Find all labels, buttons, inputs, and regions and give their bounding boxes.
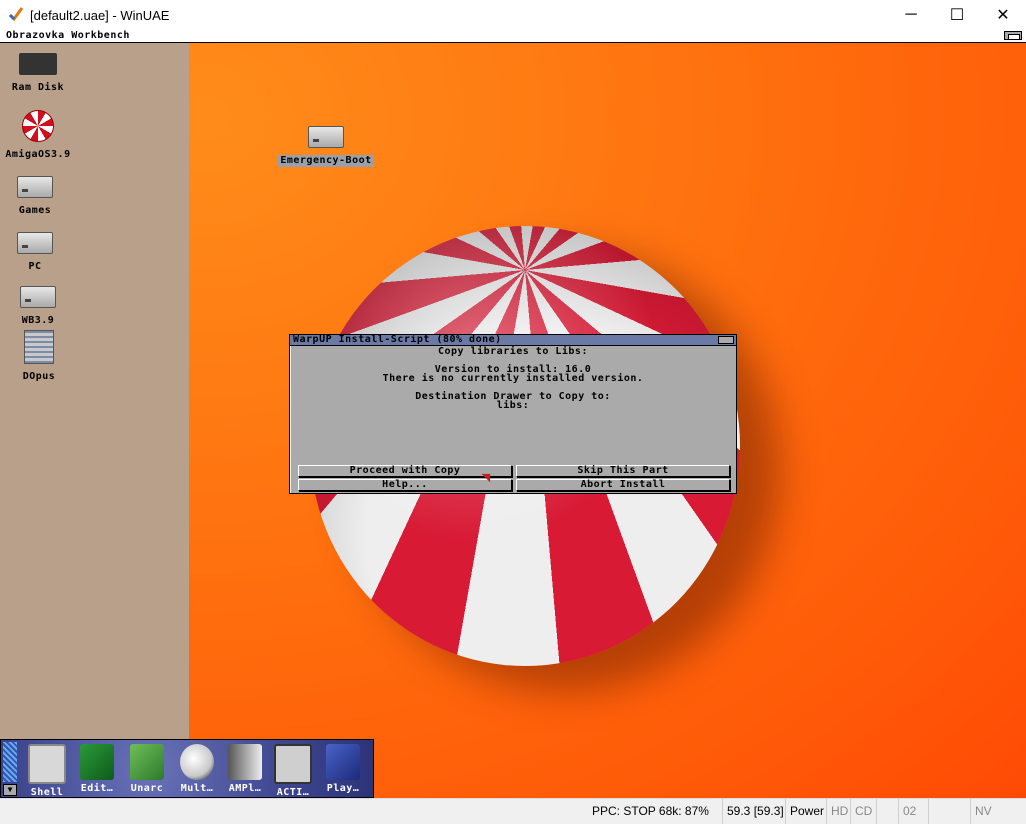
desktop-icon-label: PC	[28, 261, 42, 272]
dopus-icon	[24, 330, 54, 364]
dock-item-play[interactable]: Play…	[321, 742, 365, 798]
dialog-text-line: There is no currently installed version.	[382, 373, 644, 384]
abort-install-button[interactable]: Abort Install	[516, 479, 730, 491]
desktop-icon-emergency-boot[interactable]: Emergency-Boot	[276, 126, 376, 167]
desktop-icon-dopus[interactable]: DOpus	[0, 330, 89, 383]
film-icon	[274, 744, 312, 784]
desktop-icon-label: Emergency-Boot	[278, 155, 374, 167]
harddrive-icon	[17, 232, 53, 254]
dock-item-label: Mult…	[180, 783, 214, 794]
dock-drag-handle[interactable]	[3, 742, 17, 782]
boing-disk-icon	[22, 110, 54, 142]
dock-item-label: Play…	[326, 783, 360, 794]
edit-icon	[80, 744, 114, 780]
speaker-icon	[228, 744, 262, 780]
desktop-icon-games[interactable]: Games	[0, 176, 85, 217]
fps-status: 59.3 [59.3]	[722, 799, 784, 824]
skip-this-part-button[interactable]: Skip This Part	[516, 465, 730, 477]
ppc-status: PPC: STOP 68k: 87%	[592, 804, 709, 818]
statusbar-spacer	[928, 799, 970, 824]
screen-depth-gadget[interactable]	[1004, 31, 1022, 40]
dock-item-shell[interactable]: Shell	[25, 742, 69, 798]
desktop-icon-label: DOpus	[22, 371, 56, 382]
desktop-icon-label: Ram Disk	[11, 82, 65, 93]
dock-item-unarc[interactable]: Unarc	[125, 742, 169, 798]
dock-bar: ▼ Shell Edit… Unarc Mult… AMPl… ACTI… Pl…	[0, 739, 374, 798]
help-button[interactable]: Help...	[298, 479, 512, 491]
desktop-icon-wb39[interactable]: WB3.9	[0, 286, 88, 327]
power-led: Power	[785, 799, 826, 824]
window-title: [default2.uae] - WinUAE	[30, 8, 170, 23]
dock-menu-arrow-icon[interactable]: ▼	[3, 784, 17, 796]
dock-item-action[interactable]: ACTI…	[271, 742, 315, 798]
window-titlebar: [default2.uae] - WinUAE ─ ☐ ✕	[0, 0, 1026, 30]
proceed-with-copy-button[interactable]: Proceed with Copy	[298, 465, 512, 477]
maximize-button[interactable]: ☐	[934, 0, 980, 30]
dialog-text-line: libs:	[496, 400, 530, 411]
emulator-statusbar: PPC: STOP 68k: 87% 59.3 [59.3] Power HD …	[0, 798, 1026, 824]
dock-item-amplifier[interactable]: AMPl…	[223, 742, 267, 798]
dock-item-multiview[interactable]: Mult…	[175, 742, 219, 798]
harddrive-icon	[20, 286, 56, 308]
dialog-titlebar[interactable]: WarpUP Install-Script (80% done)	[290, 334, 736, 346]
desktop-icon-label: Games	[18, 205, 52, 216]
dialog-title: WarpUP Install-Script (80% done)	[293, 334, 502, 345]
winuae-checkmark-icon	[8, 7, 24, 22]
unarc-icon	[130, 744, 164, 780]
shell-icon	[28, 744, 66, 784]
desktop-icon-label: AmigaOS3.9	[5, 149, 71, 160]
desktop-icon-ram-disk[interactable]: Ram Disk	[0, 48, 88, 94]
screen-title: Obrazovka Workbench	[6, 30, 130, 41]
boot-drive-icon	[308, 126, 344, 148]
close-button[interactable]: ✕	[980, 0, 1026, 30]
dock-item-label: Edit…	[80, 783, 114, 794]
play-icon	[326, 744, 360, 780]
dock-item-label: Unarc	[130, 783, 164, 794]
hd-led: HD	[826, 799, 850, 824]
minimize-button[interactable]: ─	[888, 0, 934, 30]
nv-led: NV	[970, 799, 998, 824]
harddrive-icon	[17, 176, 53, 198]
desktop-icon-amigaos[interactable]: AmigaOS3.9	[0, 110, 88, 161]
dock-item-edit[interactable]: Edit…	[75, 742, 119, 798]
dialog-depth-gadget[interactable]	[718, 336, 734, 344]
dialog-text-line: Copy libraries to Libs:	[438, 346, 588, 357]
cd-led: CD	[850, 799, 876, 824]
ram-chip-icon	[19, 48, 57, 80]
statusbar-spacer	[876, 799, 898, 824]
screen-titlebar: Obrazovka Workbench	[0, 30, 1026, 43]
dock-item-label: AMPl…	[228, 783, 262, 794]
magnifier-icon	[180, 744, 214, 780]
drive-counter: 02	[898, 799, 928, 824]
desktop-icon-label: WB3.9	[21, 315, 55, 326]
desktop-icon-pc[interactable]: PC	[0, 232, 85, 273]
installer-dialog: WarpUP Install-Script (80% done) Copy li…	[289, 334, 737, 494]
